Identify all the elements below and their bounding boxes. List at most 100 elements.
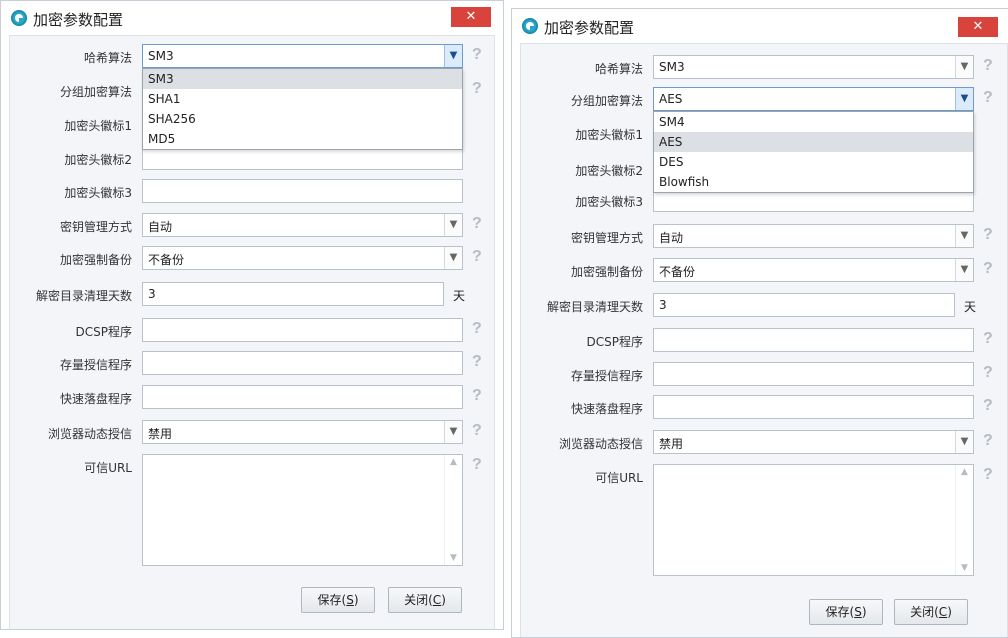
backup-value: 不备份	[148, 253, 185, 267]
close-icon[interactable]: ✕	[958, 17, 998, 37]
trusted-url-label: 可信URL	[84, 461, 132, 475]
question-mark-icon[interactable]: ?	[472, 353, 482, 371]
backup-label: 加密强制备份	[570, 265, 643, 279]
key-mgmt-select[interactable]: 自动 ▼	[142, 213, 463, 237]
save-accelerator: S	[854, 605, 862, 619]
stock-auth-input[interactable]	[653, 362, 974, 386]
form-panel: 哈希算法 SM3 ▼ ? 分组加密算法 AES ▼ ? SM4 AES DES …	[520, 43, 1008, 637]
question-mark-icon[interactable]: ?	[983, 57, 993, 75]
hash-dropdown-list: SM3 SHA1 SHA256 MD5	[142, 68, 463, 150]
backup-select[interactable]: 不备份 ▼	[142, 246, 463, 270]
browser-auth-label: 浏览器动态授信	[558, 437, 643, 451]
chevron-down-icon[interactable]: ▼	[444, 214, 462, 236]
hash-select[interactable]: SM3 ▼	[142, 44, 463, 68]
question-mark-icon[interactable]: ?	[472, 456, 482, 474]
question-mark-icon[interactable]: ?	[983, 466, 993, 484]
chevron-down-icon[interactable]: ▼	[956, 563, 973, 573]
question-mark-icon[interactable]: ?	[472, 215, 482, 233]
cleanup-days-value: 3	[148, 287, 156, 301]
dcsp-input[interactable]	[653, 328, 974, 352]
key-mgmt-label: 密钥管理方式	[59, 220, 132, 234]
trusted-url-textarea[interactable]: ▲ ▼	[142, 454, 463, 566]
stock-auth-input[interactable]	[142, 351, 463, 375]
hash-option[interactable]: SM3	[143, 69, 462, 89]
block-option[interactable]: DES	[654, 152, 973, 172]
chevron-up-icon[interactable]: ▲	[445, 457, 462, 467]
backup-value: 不备份	[659, 265, 696, 279]
save-button[interactable]: 保存(S)	[301, 587, 375, 613]
chevron-down-icon[interactable]: ▼	[955, 56, 973, 78]
block-option[interactable]: AES	[654, 132, 973, 152]
browser-auth-select[interactable]: 禁用 ▼	[142, 420, 463, 444]
trusted-url-label: 可信URL	[595, 471, 643, 485]
hash-option[interactable]: SHA1	[143, 89, 462, 109]
question-mark-icon[interactable]: ?	[983, 260, 993, 278]
question-mark-icon[interactable]: ?	[983, 432, 993, 450]
scrollbar[interactable]: ▲ ▼	[955, 465, 973, 575]
question-mark-icon[interactable]: ?	[472, 320, 482, 338]
cleanup-days-input[interactable]: 3	[653, 293, 955, 317]
question-mark-icon[interactable]: ?	[472, 387, 482, 405]
stock-auth-label: 存量授信程序	[59, 358, 132, 372]
chevron-down-icon[interactable]: ▼	[955, 88, 973, 110]
hash-select[interactable]: SM3 ▼	[653, 55, 974, 79]
question-mark-icon[interactable]: ?	[983, 397, 993, 415]
fast-flush-label: 快速落盘程序	[570, 402, 643, 416]
key-mgmt-value: 自动	[659, 231, 684, 245]
cleanup-days-input[interactable]: 3	[142, 282, 444, 306]
question-mark-icon[interactable]: ?	[472, 46, 482, 64]
block-select[interactable]: AES ▼	[653, 87, 974, 111]
stock-auth-label: 存量授信程序	[570, 369, 643, 383]
question-mark-icon[interactable]: ?	[983, 364, 993, 382]
trusted-url-textarea[interactable]: ▲ ▼	[653, 464, 974, 576]
question-mark-icon[interactable]: ?	[472, 80, 482, 98]
fast-flush-input[interactable]	[653, 395, 974, 419]
question-mark-icon[interactable]: ?	[472, 248, 482, 266]
browser-auth-select[interactable]: 禁用 ▼	[653, 430, 974, 454]
save-button-label: 保存(	[825, 605, 855, 619]
hash-value: SM3	[659, 60, 685, 74]
hash-option[interactable]: SHA256	[143, 109, 462, 129]
hash-option[interactable]: MD5	[143, 129, 462, 149]
backup-select[interactable]: 不备份 ▼	[653, 258, 974, 282]
dialog-title: 加密参数配置	[544, 19, 635, 37]
close-button[interactable]: 关闭(C)	[388, 587, 462, 613]
close-button[interactable]: 关闭(C)	[894, 599, 968, 625]
save-suffix: )	[861, 605, 867, 619]
title-bar: 加密参数配置 ✕	[512, 9, 1008, 43]
save-accelerator: S	[346, 593, 354, 607]
key-mgmt-select[interactable]: 自动 ▼	[653, 224, 974, 248]
close-suffix: )	[947, 605, 952, 619]
hash-label: 哈希算法	[83, 51, 132, 65]
block-label: 分组加密算法	[59, 85, 132, 99]
fast-flush-input[interactable]	[142, 385, 463, 409]
question-mark-icon[interactable]: ?	[983, 330, 993, 348]
cleanup-days-label: 解密目录清理天数	[546, 300, 643, 314]
dialog-title: 加密参数配置	[33, 11, 124, 29]
chevron-up-icon[interactable]: ▲	[956, 467, 973, 477]
chevron-down-icon[interactable]: ▼	[444, 421, 462, 443]
chevron-down-icon[interactable]: ▼	[955, 225, 973, 247]
chevron-down-icon[interactable]: ▼	[445, 553, 462, 563]
chevron-down-icon[interactable]: ▼	[955, 259, 973, 281]
close-icon[interactable]: ✕	[451, 7, 491, 27]
browser-auth-label: 浏览器动态授信	[47, 427, 132, 441]
scrollbar[interactable]: ▲ ▼	[444, 455, 462, 565]
dcsp-label: DCSP程序	[586, 335, 643, 349]
block-option[interactable]: Blowfish	[654, 172, 973, 192]
chevron-down-icon[interactable]: ▼	[955, 431, 973, 453]
question-mark-icon[interactable]: ?	[983, 89, 993, 107]
question-mark-icon[interactable]: ?	[472, 422, 482, 440]
header3-label: 加密头徽标3	[575, 195, 643, 209]
fast-flush-label: 快速落盘程序	[59, 392, 132, 406]
chevron-down-icon[interactable]: ▼	[444, 247, 462, 269]
block-option[interactable]: SM4	[654, 112, 973, 132]
chevron-down-icon[interactable]: ▼	[444, 45, 462, 67]
key-mgmt-value: 自动	[148, 220, 173, 234]
app-logo-icon	[11, 10, 27, 26]
dcsp-input[interactable]	[142, 318, 463, 342]
save-button[interactable]: 保存(S)	[809, 599, 883, 625]
header3-input[interactable]	[142, 179, 463, 203]
question-mark-icon[interactable]: ?	[983, 226, 993, 244]
browser-auth-value: 禁用	[148, 427, 173, 441]
